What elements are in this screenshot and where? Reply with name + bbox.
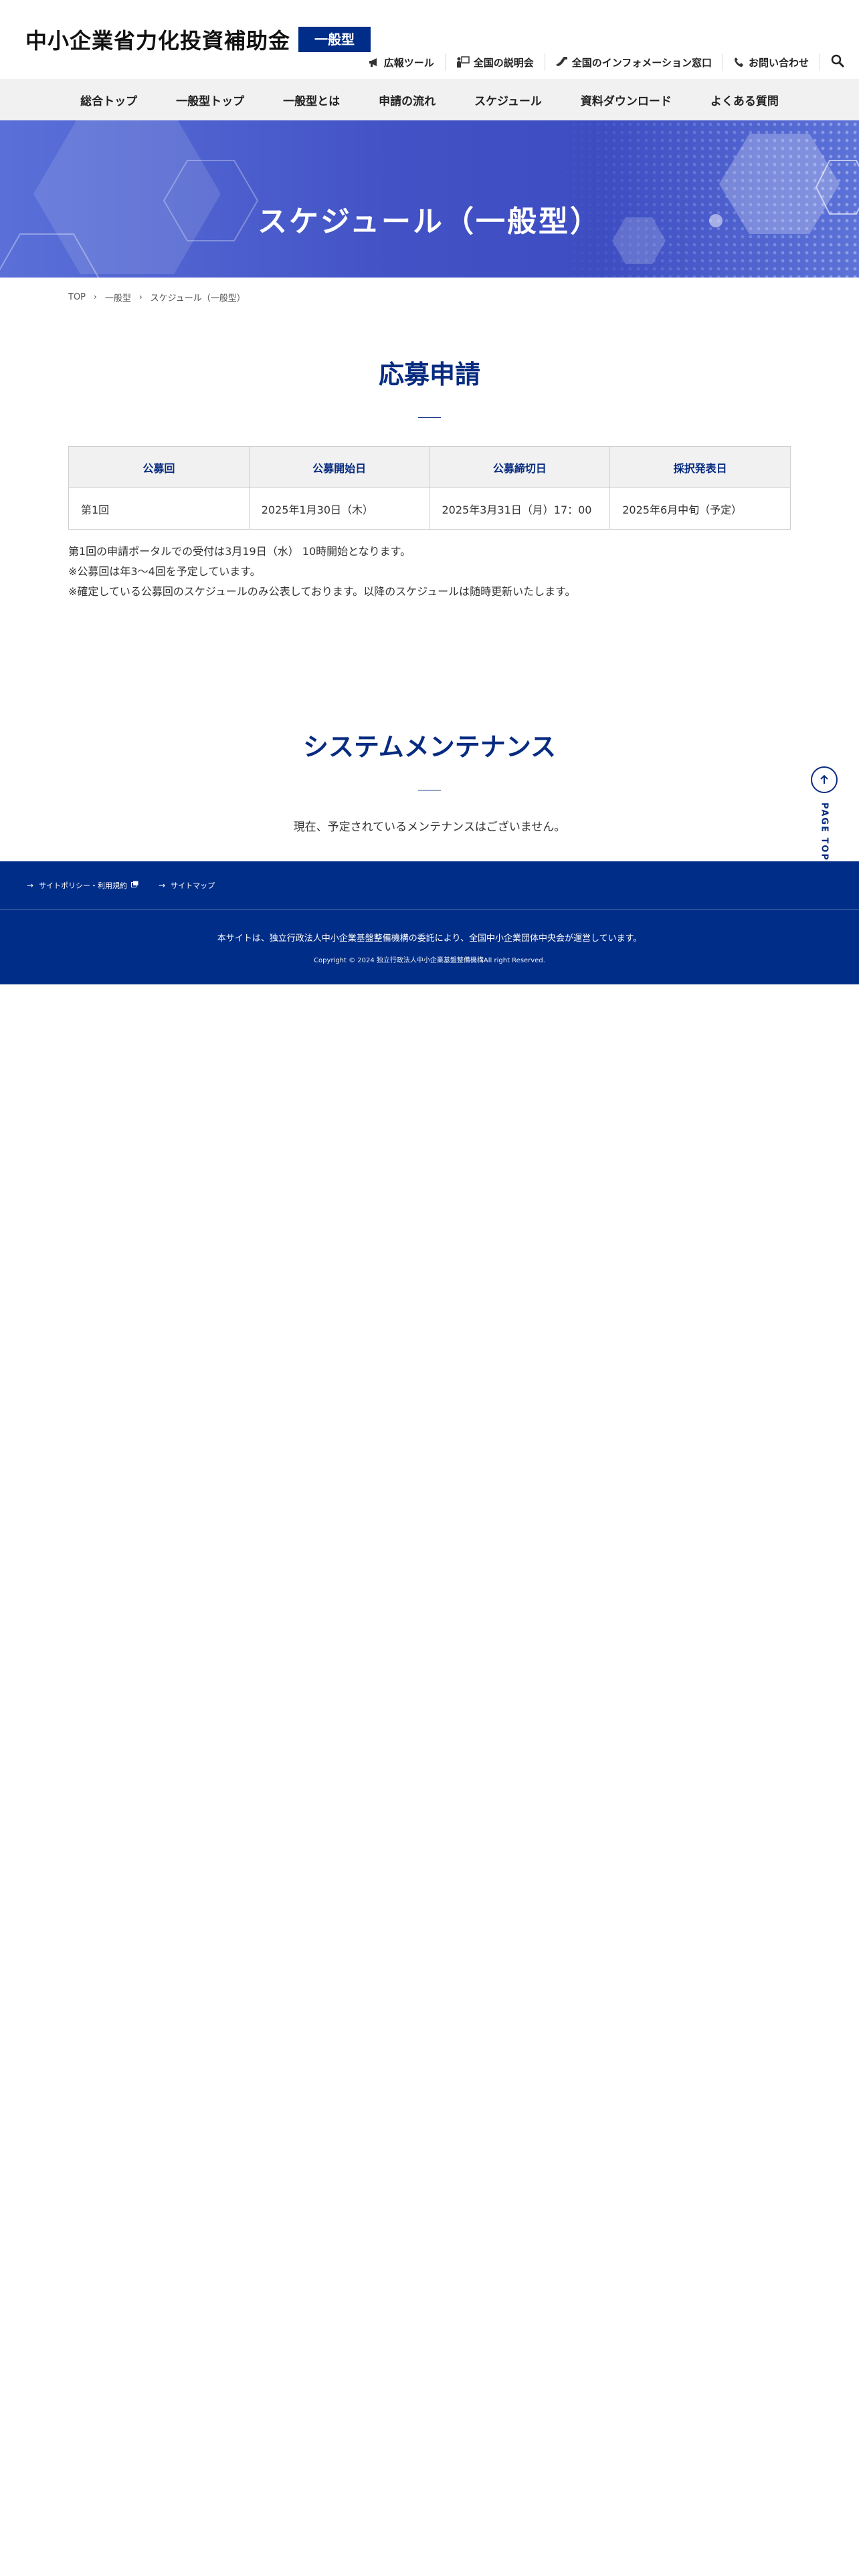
column-header: 公募締切日 [429, 446, 611, 488]
util-link-info-desk[interactable]: 全国のインフォメーション窓口 [544, 53, 723, 71]
page-title: スケジュール（一般型） [258, 205, 601, 239]
column-header: 公募開始日 [248, 446, 430, 488]
utility-nav: 広報ツール 全国の説明会 全国のインフォメーション窓口 お問い合わせ [357, 52, 859, 72]
footer-link-label: サイトマップ [171, 881, 215, 890]
column-header: 採択発表日 [609, 446, 791, 488]
util-link-contact[interactable]: お問い合わせ [722, 53, 820, 71]
nav-item-schedule[interactable]: スケジュール [455, 92, 561, 108]
arrow-right-icon: → [159, 880, 166, 890]
footer-link-sitemap[interactable]: → サイトマップ [159, 880, 215, 891]
util-link-briefing[interactable]: 全国の説明会 [444, 53, 545, 71]
note-line: ※公募回は年3～4回を予定しています。 [68, 565, 261, 578]
table-cell: 2025年3月31日（月）17：00 [429, 488, 611, 530]
title-divider [418, 417, 441, 418]
maintenance-text: 現在、予定されているメンテナンスはございません。 [293, 821, 566, 834]
site-footer: → サイトポリシー・利用規約 → サイトマップ 本サイトは、独立行政法人中小企業… [0, 861, 859, 984]
section-title-maintenance: システムメンテナンス [302, 732, 557, 762]
phone-handset-icon [555, 56, 568, 68]
chevron-right-icon: › [138, 292, 142, 302]
page-hero: スケジュール（一般型） [0, 120, 859, 278]
breadcrumb-current: スケジュール（一般型） [150, 293, 246, 304]
global-nav: 総合トップ 一般型トップ 一般型とは 申請の流れ スケジュール 資料ダウンロード… [0, 79, 859, 120]
section-title-application: 応募申請 [378, 360, 480, 389]
breadcrumb-top[interactable]: TOP [68, 292, 86, 302]
footer-links: → サイトポリシー・利用規約 → サイトマップ [0, 861, 859, 909]
nav-item-faq[interactable]: よくある質問 [691, 92, 798, 108]
copyright: Copyright © 2024 独立行政法人中小企業基盤整備機構All rig… [314, 957, 545, 964]
schedule-notes: 第1回の申請ポータルでの受付は3月19日（水） 10時開始となります。 ※公募回… [68, 542, 791, 602]
search-icon [831, 54, 844, 70]
util-link-label: 広報ツール [383, 56, 434, 69]
page-top-label: PAGE TOP [819, 802, 830, 861]
page-top-button[interactable]: PAGE TOP [811, 766, 838, 861]
nav-item-flow[interactable]: 申請の流れ [359, 92, 455, 108]
util-link-label: 全国の説明会 [473, 56, 534, 69]
external-window-icon [131, 881, 138, 889]
table-cell: 2025年1月30日（木） [248, 488, 430, 530]
presentation-icon [456, 56, 470, 68]
note-line: 第1回の申請ポータルでの受付は3月19日（水） 10時開始となります。 [68, 545, 411, 558]
phone-icon [734, 57, 745, 68]
table-header-row: 公募回 公募開始日 公募締切日 採択発表日 [68, 446, 791, 488]
nav-item-type-top[interactable]: 一般型トップ [157, 92, 264, 108]
footer-link-site-policy[interactable]: → サイトポリシー・利用規約 [27, 880, 138, 891]
footer-operator-note: 本サイトは、独立行政法人中小企業基盤整備機構の委託により、全国中小企業団体中央会… [217, 934, 642, 944]
table-cell: 第1回 [68, 488, 250, 530]
table-cell: 2025年6月中旬（予定） [609, 488, 791, 530]
megaphone-icon [368, 57, 380, 68]
column-header: 公募回 [68, 446, 250, 488]
site-badge: 一般型 [298, 27, 371, 52]
arrow-right-icon: → [27, 880, 34, 890]
breadcrumb: TOP › 一般型 › スケジュール（一般型） [0, 278, 859, 316]
util-link-pr-tools[interactable]: 広報ツール [357, 53, 445, 71]
arrow-up-icon [811, 766, 838, 793]
site-title: 中小企業省力化投資補助金 [25, 28, 291, 53]
site-header: 中小企業省力化投資補助金 一般型 広報ツール 全国の説明会 全国のインフォメーシ… [0, 0, 859, 79]
maintenance-section: システムメンテナンス 現在、予定されているメンテナンスはございません。 [0, 726, 859, 834]
nav-item-general-top[interactable]: 総合トップ [61, 92, 157, 108]
breadcrumb-general[interactable]: 一般型 [105, 291, 131, 304]
nav-item-downloads[interactable]: 資料ダウンロード [561, 92, 691, 108]
search-button[interactable] [820, 53, 859, 71]
util-link-label: 全国のインフォメーション窓口 [571, 56, 712, 69]
util-link-label: お問い合わせ [748, 56, 809, 69]
table-row: 第1回 2025年1月30日（木） 2025年3月31日（月）17：00 202… [68, 488, 791, 530]
application-section: 応募申請 公募回 公募開始日 公募締切日 採択発表日 第1回 2025年1月30… [0, 316, 859, 602]
chevron-right-icon: › [94, 292, 97, 302]
schedule-table: 公募回 公募開始日 公募締切日 採択発表日 第1回 2025年1月30日（木） … [68, 446, 791, 530]
footer-link-label: サイトポリシー・利用規約 [39, 881, 128, 890]
note-line: ※確定している公募回のスケジュールのみ公表しております。以降のスケジュールは随時… [68, 585, 576, 598]
nav-item-about[interactable]: 一般型とは [264, 92, 359, 108]
site-logo[interactable]: 中小企業省力化投資補助金 一般型 [25, 24, 371, 55]
